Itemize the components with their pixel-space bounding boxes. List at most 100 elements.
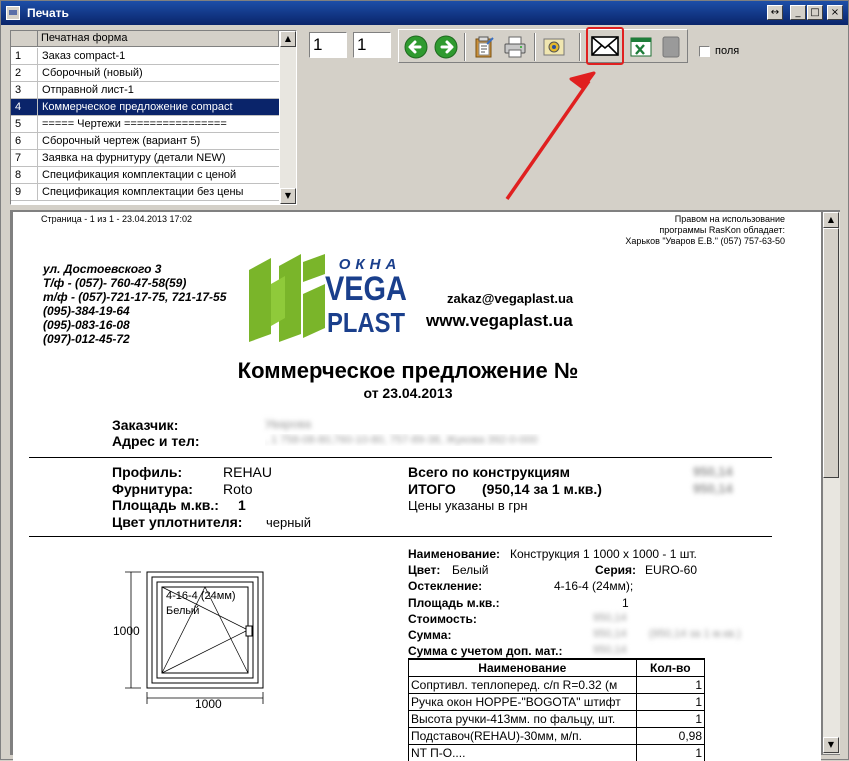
- total-value: 950,14: [693, 481, 733, 496]
- list-item-number: 6: [11, 133, 38, 150]
- page-to-input[interactable]: 1: [353, 32, 391, 58]
- seal-value: черный: [266, 515, 312, 530]
- list-item[interactable]: 5 ===== Чертежи ================: [11, 116, 279, 133]
- scroll-thumb[interactable]: [823, 228, 839, 478]
- resize-icon[interactable]: ↔: [767, 5, 783, 20]
- column-header-number[interactable]: [11, 31, 38, 47]
- scroll-up-icon[interactable]: ▲: [280, 31, 296, 47]
- document-page: Страница - 1 из 1 - 23.04.2013 17:02 Пра…: [13, 212, 821, 761]
- close-button[interactable]: ×: [827, 5, 843, 20]
- clipboard-icon[interactable]: [471, 34, 497, 60]
- cost-blurred: 950,14: [593, 612, 627, 624]
- toolbar-separator: [534, 33, 536, 61]
- list-item[interactable]: 7 Заявка на фурнитуру (детали NEW): [11, 150, 279, 167]
- list-item[interactable]: 1 Заказ compact-1: [11, 48, 279, 65]
- total-constructions-label: Всего по конструкциям: [408, 464, 571, 480]
- print-form-list[interactable]: Печатная форма 1 Заказ compact-1 2 Сборочны…: [10, 30, 297, 205]
- list-scrollbar[interactable]: ▲ ▼: [280, 31, 296, 204]
- contact-line: Т/ф - (057)- 760-47-58(59): [43, 276, 187, 290]
- table-cell-qty: 0,98: [635, 726, 706, 745]
- toolbar-separator: [579, 33, 581, 61]
- list-item-number: 5: [11, 116, 38, 133]
- list-item[interactable]: 3 Отправной лист-1: [11, 82, 279, 99]
- rights-line: Харьков "Уваров Е.В." (057) 757-63-50: [625, 236, 785, 246]
- red-arrow-annotation: [505, 71, 596, 200]
- list-item-number: 9: [11, 184, 38, 201]
- contacts-block: ул. Достоевского 3 Т/ф - (057)- 760-47-5…: [43, 262, 226, 346]
- list-item-number: 4: [11, 99, 38, 116]
- scroll-up-icon[interactable]: ▲: [823, 212, 839, 228]
- detail-sum-note: (950,14 за 1 м.кв.): [649, 628, 741, 640]
- print-window: Печать ↔ _ □ × Печатная форма 1 Заказ com…: [0, 0, 849, 761]
- list-item-label: Спецификация комплектации без цены: [42, 186, 244, 198]
- detail-area-value: 1: [622, 596, 629, 610]
- list-item[interactable]: 2 Сборочный (новый): [11, 65, 279, 82]
- maximize-button[interactable]: □: [807, 5, 823, 20]
- window-drawing: [125, 571, 264, 704]
- list-item[interactable]: 4 Коммерческое предложение compact: [11, 99, 279, 116]
- table-cell-name: Подставоч(REHAU)-30мм, м/п.: [408, 726, 637, 745]
- rights-notice: Правом на использование программы RasKon…: [625, 214, 785, 247]
- list-header: Печатная форма: [11, 31, 279, 47]
- contact-line: (097)-012-45-72: [43, 332, 130, 346]
- title-bar: Печать ↔ _ □ ×: [1, 1, 848, 25]
- contact-line: (095)-384-19-64: [43, 304, 130, 318]
- sum-extra-blurred: 950,14: [593, 644, 627, 656]
- table-row: Подставоч(REHAU)-30мм, м/п. 0,98: [408, 726, 706, 745]
- list-item-number: 7: [11, 150, 38, 167]
- list-item-number: 3: [11, 82, 38, 99]
- list-item[interactable]: 8 Спецификация комплектации с ценой: [11, 167, 279, 184]
- vega-plast-logo-mark: [249, 254, 325, 342]
- total-constructions-value: 950,14: [693, 464, 733, 479]
- address-blurred: , 1 758-08-80,760-10-80, 757-89-38, Жуко…: [265, 434, 538, 446]
- fields-checkbox[interactable]: [699, 46, 710, 57]
- scroll-down-icon[interactable]: ▼: [280, 188, 296, 204]
- drawing-height-label: 1000: [113, 624, 140, 638]
- detail-cost-value: 950,14: [593, 612, 627, 624]
- document-title: Коммерческое предложение №: [237, 358, 579, 383]
- preview-scrollbar[interactable]: ▲ ▼: [823, 212, 840, 754]
- list-item[interactable]: 9 Спецификация комплектации без цены: [11, 184, 279, 201]
- scroll-down-icon[interactable]: ▼: [823, 737, 839, 753]
- minimize-button[interactable]: _: [790, 5, 806, 20]
- detail-sum-extra-label: Сумма с учетом доп. мат.:: [408, 644, 563, 658]
- table-cell-name: Ручка окон HOPPE-"BOGOTA" штифт: [408, 692, 637, 711]
- table-cell-qty: 1: [635, 692, 706, 711]
- table-header-row: Наименование Кол-во: [408, 658, 706, 677]
- list-item[interactable]: 6 Сборочный чертеж (вариант 5): [11, 133, 279, 150]
- table-row: Ручка окон HOPPE-"BOGOTA" штифт 1: [408, 692, 706, 711]
- detail-area-label: Площадь м.кв.:: [408, 596, 500, 610]
- page-from-input[interactable]: 1: [309, 32, 347, 58]
- detail-cost-label: Стоимость:: [408, 612, 477, 626]
- drawing-glass-label: 4-16-4 (24мм): [166, 590, 236, 602]
- logo-bottom-text: PLAST: [327, 307, 406, 338]
- divider-line: [29, 536, 772, 537]
- total-label: ИТОГО: [408, 481, 456, 497]
- toolbar-separator: [464, 33, 466, 61]
- disabled-document-icon[interactable]: [658, 34, 684, 60]
- page-setup-icon[interactable]: [541, 34, 567, 60]
- detail-sum-extra-value: 950,14: [593, 644, 627, 656]
- prev-page-icon[interactable]: [403, 34, 429, 60]
- rights-line: программы RasKon обладает:: [659, 225, 785, 235]
- address-label: Адрес и тел:: [112, 433, 200, 449]
- printer-icon[interactable]: [502, 34, 528, 60]
- customer-name-blurred: Уварова: [265, 417, 312, 431]
- area-label: Площадь м.кв.:: [112, 497, 219, 513]
- list-item-number: 1: [11, 48, 38, 65]
- hardware-label: Фурнитура:: [112, 481, 193, 497]
- total-per-m2: (950,14 за 1 м.кв.): [482, 481, 602, 497]
- detail-glazing-label: Остекление:: [408, 579, 483, 593]
- column-header-form[interactable]: Печатная форма: [38, 31, 279, 47]
- email-icon[interactable]: [590, 32, 620, 60]
- excel-icon[interactable]: [628, 34, 654, 60]
- list-item-label: Заказ compact-1: [42, 50, 126, 62]
- list-item-label: Заявка на фурнитуру (детали NEW): [42, 152, 226, 164]
- next-page-icon[interactable]: [433, 34, 459, 60]
- total-constructions-blurred: 950,14: [693, 464, 733, 479]
- area-value: 1: [238, 497, 246, 513]
- drawing-width-label: 1000: [195, 697, 222, 711]
- customer-label: Заказчик:: [112, 417, 179, 433]
- detail-color-value: Белый: [452, 563, 489, 577]
- profile-value: REHAU: [223, 464, 273, 480]
